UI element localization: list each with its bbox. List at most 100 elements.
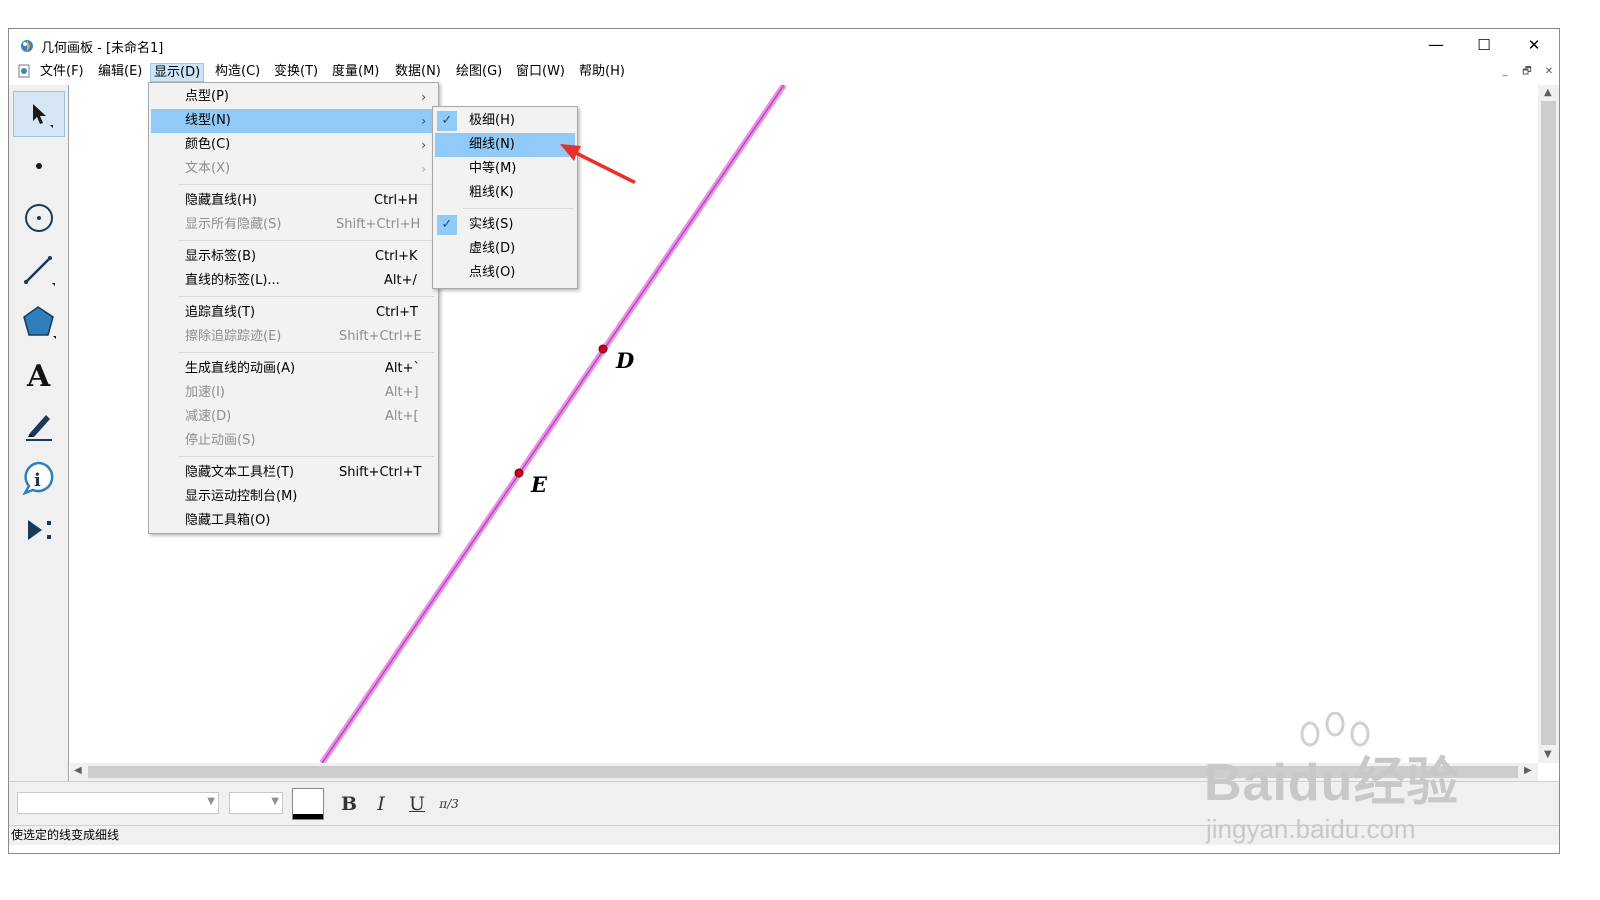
chevron-right-icon: › (421, 90, 426, 104)
close-button[interactable]: ✕ (1511, 29, 1557, 61)
menu-separator (179, 296, 434, 297)
menu-separator (179, 184, 434, 185)
straightedge-icon (24, 256, 55, 286)
chevron-right-icon: › (421, 114, 426, 128)
menu-display[interactable]: 显示(D) (150, 63, 205, 82)
point-d-label[interactable]: D (616, 348, 634, 373)
text-color-swatch (293, 814, 323, 819)
document-icon[interactable] (17, 64, 31, 78)
paw-logo-icon (1300, 712, 1370, 747)
menu-graph[interactable]: 绘图(G) (453, 63, 505, 82)
display-menu-hide-toolbox[interactable]: 隐藏工具箱(O) (151, 509, 436, 533)
display-menu-point-style[interactable]: 点型(P) › (151, 85, 436, 109)
scroll-right-icon[interactable]: ▶ (1524, 765, 1532, 776)
line-style-thin[interactable]: 细线(N) (435, 133, 575, 157)
polygon-icon (23, 306, 56, 339)
custom-tool[interactable] (13, 507, 65, 553)
display-menu-hide-line[interactable]: 隐藏直线(H) Ctrl+H (151, 189, 436, 213)
arrow-select-tool[interactable] (13, 91, 65, 137)
display-menu-hide-text-toolbar[interactable]: 隐藏文本工具栏(T) Shift+Ctrl+T (151, 461, 436, 485)
checkmark-icon: ✓ (437, 111, 457, 131)
straightedge-tool[interactable] (13, 247, 65, 293)
display-menu-trace-line[interactable]: 追踪直线(T) Ctrl+T (151, 301, 436, 325)
compass-icon (25, 204, 53, 232)
window-title: 几何画板 - [未命名1] (41, 41, 164, 56)
display-menu-show-all-hidden: 显示所有隐藏(S) Shift+Ctrl+H (185, 217, 421, 232)
menu-file[interactable]: 文件(F) (37, 63, 87, 82)
display-menu-show-label[interactable]: 显示标签(B) Ctrl+K (151, 245, 436, 269)
line-style-dotted[interactable]: 点线(O) (435, 261, 575, 285)
font-size-combo[interactable]: ▼ (229, 792, 283, 814)
line-style-medium[interactable]: 中等(M) (435, 157, 575, 181)
display-menu: 点型(P) › 线型(N) › 颜色(C) › 文本(X) › 隐藏直线(H) … (148, 82, 439, 534)
custom-tool-icon (28, 520, 51, 540)
display-menu-slow-down: 减速(D) Alt+[ (185, 409, 419, 424)
minimize-button[interactable]: — (1413, 29, 1459, 61)
vertical-scrollbar[interactable]: ▲ ▼ (1538, 85, 1559, 763)
menu-separator (179, 240, 434, 241)
menu-bar: 文件(F) 编辑(E) 显示(D) 构造(C) 变换(T) 度量(M) 数据(N… (9, 61, 1559, 83)
menu-data[interactable]: 数据(N) (392, 63, 444, 82)
information-tool[interactable]: i (13, 455, 65, 501)
display-menu-erase-traces: 擦除追踪踪迹(E) Shift+Ctrl+E (185, 329, 422, 344)
text-color-button[interactable] (292, 788, 324, 820)
toolbox: A i (9, 85, 69, 781)
information-icon: i (22, 461, 54, 496)
menu-separator (463, 208, 573, 209)
menu-separator (179, 456, 434, 457)
checkmark-icon: ✓ (437, 215, 457, 235)
annotation-arrow (560, 144, 636, 184)
point-e-label[interactable]: E (531, 472, 547, 497)
menu-help[interactable]: 帮助(H) (576, 63, 628, 82)
maximize-button[interactable]: ☐ (1461, 29, 1507, 61)
menu-separator (179, 352, 434, 353)
chevron-right-icon: › (421, 138, 426, 152)
vertical-scroll-thumb[interactable] (1541, 101, 1556, 745)
svg-text:i: i (34, 470, 41, 491)
scroll-up-icon[interactable]: ▲ (1544, 87, 1552, 98)
chevron-down-icon: ▼ (207, 796, 215, 807)
math-format-button[interactable]: π/3 (435, 790, 463, 818)
italic-button[interactable]: I (367, 790, 395, 818)
display-menu-show-motion-controller[interactable]: 显示运动控制台(M) (151, 485, 436, 509)
display-menu-stop-animation: 停止动画(S) (185, 433, 256, 448)
line-style-solid[interactable]: ✓ 实线(S) (435, 213, 575, 237)
point-e[interactable] (514, 468, 524, 478)
scroll-left-icon[interactable]: ◀ (74, 765, 82, 776)
title-bar: 几何画板 - [未命名1] — ☐ ✕ (9, 29, 1559, 61)
menu-construct[interactable]: 构造(C) (212, 63, 263, 82)
display-menu-line-style[interactable]: 线型(N) › (151, 109, 436, 133)
bold-button[interactable]: B (335, 790, 363, 818)
underline-button[interactable]: U (403, 790, 431, 818)
document-minimize-button[interactable]: _ (1497, 65, 1513, 79)
chevron-down-icon: ▼ (271, 796, 279, 807)
svg-text:A: A (26, 359, 51, 391)
menu-window[interactable]: 窗口(W) (513, 63, 568, 82)
chevron-right-icon: › (421, 162, 426, 176)
menu-measure[interactable]: 度量(M) (329, 63, 382, 82)
point-icon (36, 163, 42, 169)
line-style-very-thin[interactable]: ✓ 极细(H) (435, 109, 575, 133)
point-d[interactable] (598, 344, 608, 354)
font-family-combo[interactable]: ▼ (17, 792, 219, 814)
baidu-watermark-url: jingyan.baidu.com (1206, 814, 1416, 844)
document-close-button[interactable]: ✕ (1541, 65, 1557, 79)
scroll-down-icon[interactable]: ▼ (1544, 749, 1552, 760)
line-style-submenu: ✓ 极细(H) 细线(N) 中等(M) 粗线(K) ✓ 实线(S) 虚线(D) … (432, 106, 578, 289)
text-tool[interactable]: A (13, 351, 65, 397)
polygon-tool[interactable] (13, 299, 65, 345)
display-menu-animate-line[interactable]: 生成直线的动画(A) Alt+` (151, 357, 436, 381)
marker-tool[interactable] (13, 403, 65, 449)
compass-tool[interactable] (13, 195, 65, 241)
status-text: 使选定的线变成细线 (11, 828, 120, 842)
menu-transform[interactable]: 变换(T) (271, 63, 321, 82)
menu-edit[interactable]: 编辑(E) (95, 63, 145, 82)
display-menu-line-label[interactable]: 直线的标签(L)... Alt+/ (151, 269, 436, 293)
point-tool[interactable] (13, 143, 65, 189)
line-style-thick[interactable]: 粗线(K) (435, 181, 575, 205)
text-tool-icon: A (26, 359, 51, 391)
display-menu-color[interactable]: 颜色(C) › (151, 133, 436, 157)
document-restore-button[interactable]: 🗗 (1519, 65, 1535, 79)
line-style-dashed[interactable]: 虚线(D) (435, 237, 575, 261)
app-logo-icon (21, 40, 33, 52)
